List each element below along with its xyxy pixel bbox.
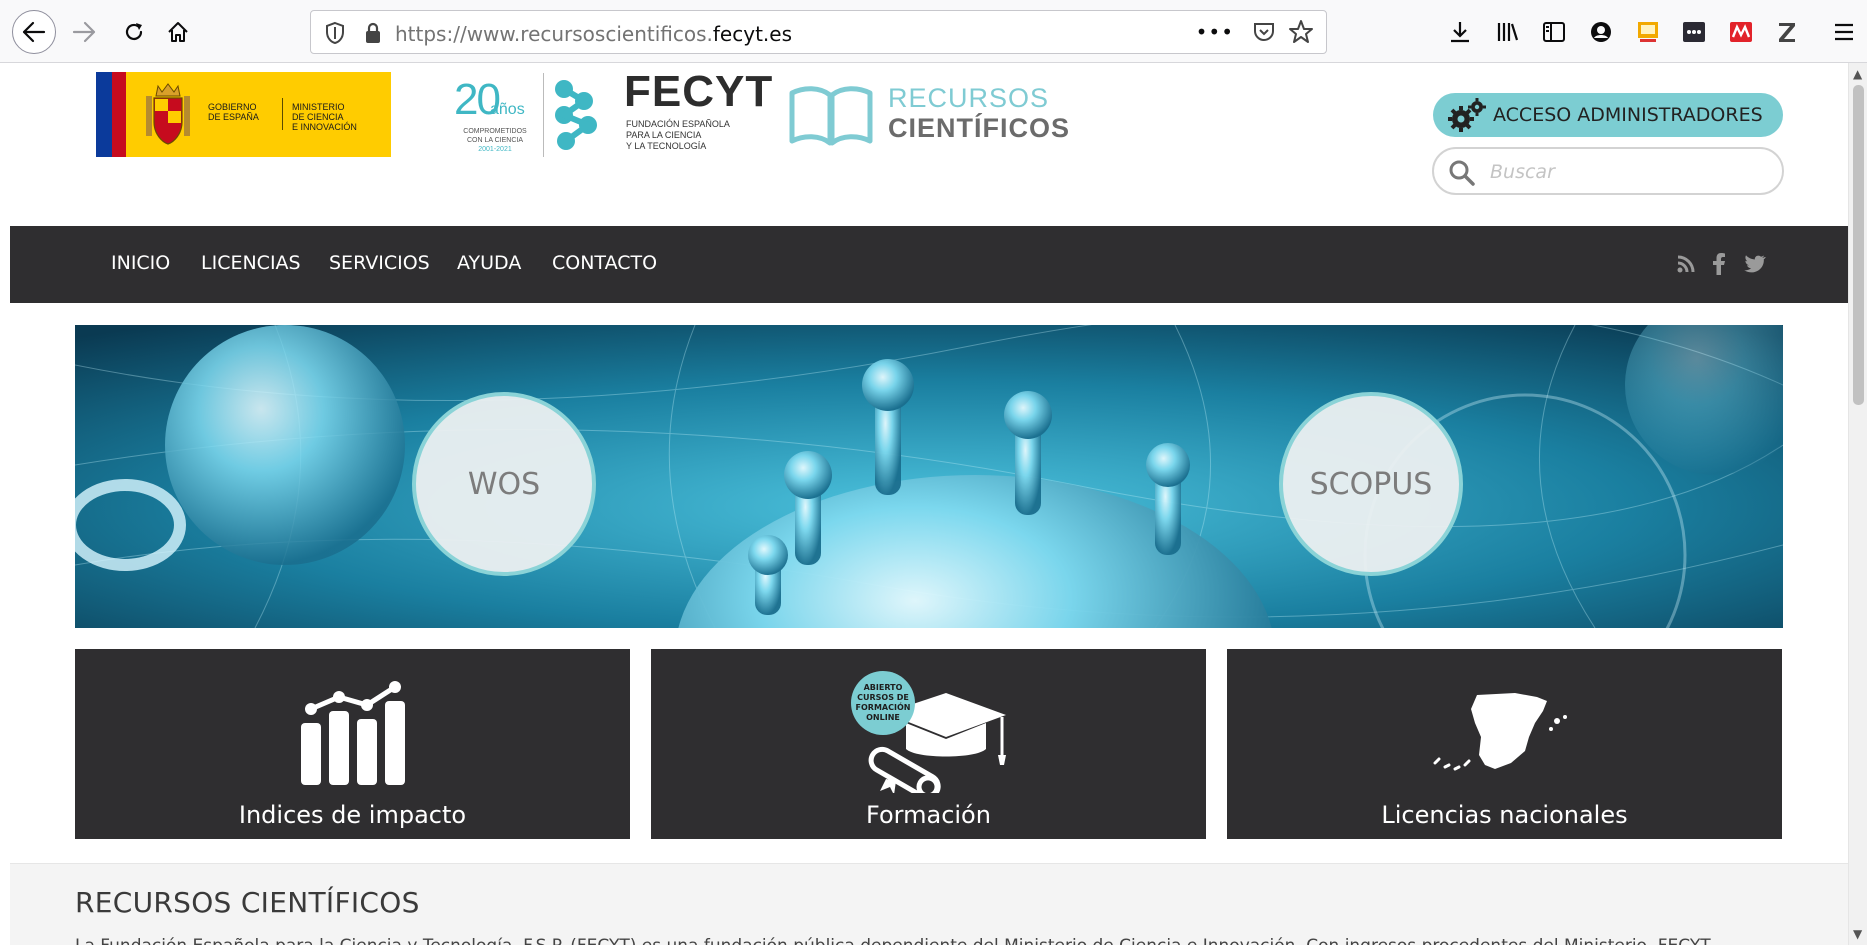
- gov-divider: [282, 98, 283, 130]
- badge-line-4: ONLINE: [866, 713, 900, 722]
- ministry-line-1: MINISTERIO: [292, 102, 345, 112]
- zotero-icon[interactable]: [1773, 18, 1801, 46]
- virus-background-image: [75, 325, 1783, 628]
- nav-item-servicios[interactable]: SERVICIOS: [329, 252, 430, 274]
- spain-map-icon: [1433, 693, 1567, 771]
- reload-button[interactable]: [112, 10, 156, 54]
- web-page: GOBIERNO DE ESPAÑA MINISTERIO DE CIENCIA E …: [10, 63, 1848, 945]
- fecyt-name[interactable]: FECYT: [624, 67, 773, 117]
- main-nav: INICIO LICENCIAS SERVICIOS AYUDA CONTACT…: [10, 226, 1848, 303]
- search-icon[interactable]: [1448, 159, 1476, 187]
- account-icon[interactable]: [1587, 18, 1615, 46]
- fecyt-subtitle: FUNDACIÓN ESPAÑOLA PARA LA CIENCIA Y LA …: [626, 119, 730, 152]
- logo-divider: [543, 73, 544, 157]
- scroll-up-arrow-icon[interactable]: ▲: [1853, 67, 1862, 81]
- forward-button[interactable]: [62, 10, 106, 54]
- gov-line-2: DE ESPAÑA: [208, 112, 259, 122]
- twitter-icon[interactable]: [1743, 252, 1767, 276]
- extension-red-icon[interactable]: [1727, 18, 1755, 46]
- fecyt-sub-line-3: Y LA TECNOLOGÍA: [626, 141, 707, 151]
- ministry-text-block: MINISTERIO DE CIENCIA E INNOVACIÓN: [292, 102, 357, 132]
- url-domain: fecyt.es: [712, 22, 792, 46]
- online-courses-badge: ABIERTO CURSOS DE FORMACIÓN ONLINE: [851, 671, 915, 735]
- downloads-icon[interactable]: [1446, 18, 1474, 46]
- gobierno-espana-logo[interactable]: GOBIERNO DE ESPAÑA MINISTERIO DE CIENCIA E …: [96, 72, 391, 157]
- scroll-down-arrow-icon[interactable]: ▼: [1853, 927, 1862, 941]
- facebook-icon[interactable]: [1707, 252, 1731, 276]
- gov-text-block: GOBIERNO DE ESPAÑA: [208, 102, 259, 122]
- library-icon[interactable]: [1494, 18, 1522, 46]
- fecyt-sub-line-2: PARA LA CIENCIA: [626, 130, 702, 140]
- fecyt-sub-line-1: FUNDACIÓN ESPAÑOLA: [626, 119, 730, 129]
- search-box[interactable]: [1432, 147, 1784, 195]
- back-button[interactable]: [12, 10, 56, 54]
- extension-slides-icon[interactable]: [1634, 18, 1662, 46]
- fecyt-mark-icon[interactable]: [550, 75, 610, 157]
- tile-indices-impacto[interactable]: Indices de impacto: [75, 649, 630, 839]
- reload-icon: [125, 23, 143, 41]
- url-prefix: https://www.recursoscientificos.: [395, 22, 713, 46]
- forward-arrow-icon: [72, 21, 96, 43]
- tile-label-formacion: Formación: [866, 801, 991, 829]
- url-bar[interactable]: https://www.recursoscientificos.fecyt.es…: [310, 10, 1327, 54]
- home-icon: [168, 22, 188, 42]
- badge-line-1: ABIERTO: [863, 683, 903, 692]
- anniversary-logo[interactable]: 20 años COMPROMETIDOS CON LA CIENCIA 200…: [450, 73, 540, 163]
- admin-access-button[interactable]: ACCESO ADMINISTRADORES: [1433, 93, 1783, 137]
- ministry-line-3: E INNOVACIÓN: [292, 122, 357, 132]
- gov-line-1: GOBIERNO: [208, 102, 257, 112]
- scrollbar-thumb[interactable]: [1853, 85, 1864, 405]
- anniversary-years: 2001-2021: [478, 146, 512, 153]
- page-actions-more-icon[interactable]: •••: [1196, 20, 1234, 44]
- pocket-icon[interactable]: [1252, 20, 1276, 44]
- bookmark-star-icon[interactable]: [1288, 19, 1314, 45]
- menu-icon[interactable]: [1830, 18, 1858, 46]
- site-logo-line-1[interactable]: RECURSOS: [888, 83, 1049, 114]
- lock-icon[interactable]: [363, 21, 383, 45]
- ministry-line-2: DE CIENCIA: [292, 112, 344, 122]
- url-text[interactable]: https://www.recursoscientificos.fecyt.es: [395, 22, 792, 46]
- badge-line-2: CURSOS DE: [857, 693, 909, 702]
- intro-section: RECURSOS CIENTÍFICOS La Fundación Españo…: [10, 863, 1848, 945]
- open-book-icon[interactable]: [788, 85, 874, 147]
- section-text: La Fundación Española para la Ciencia y …: [75, 936, 1711, 945]
- home-button[interactable]: [156, 10, 200, 54]
- search-input[interactable]: [1490, 157, 1770, 187]
- back-arrow-icon: [22, 21, 46, 43]
- tracking-shield-icon[interactable]: [325, 21, 345, 45]
- page-scrollbar[interactable]: ▲ ▼: [1848, 63, 1867, 945]
- spain-flag-stripe: [112, 72, 126, 157]
- tile-label-licencias: Licencias nacionales: [1381, 801, 1628, 829]
- anniversary-line-2: CON LA CIENCIA: [466, 137, 523, 144]
- extension-dots-icon[interactable]: [1680, 18, 1708, 46]
- tile-label-indices: Indices de impacto: [238, 801, 467, 829]
- nav-item-contacto[interactable]: CONTACTO: [552, 252, 657, 274]
- nav-item-licencias[interactable]: LICENCIAS: [201, 252, 301, 274]
- scopus-circle-link[interactable]: SCOPUS: [1279, 392, 1463, 576]
- nav-item-ayuda[interactable]: AYUDA: [457, 252, 521, 274]
- gears-icon: [1448, 98, 1486, 132]
- eu-flag-stripe: [96, 72, 112, 157]
- anniversary-caption: COMPROMETIDOS CON LA CIENCIA 2001-2021: [450, 127, 540, 154]
- bar-chart-icon: [301, 681, 405, 785]
- browser-toolbar: https://www.recursoscientificos.fecyt.es…: [0, 0, 1867, 63]
- coat-of-arms-icon: [146, 83, 190, 145]
- site-logo-line-2[interactable]: CIENTÍFICOS: [888, 113, 1070, 144]
- hero-banner: WOS SCOPUS: [75, 325, 1783, 628]
- nav-item-inicio[interactable]: INICIO: [111, 252, 170, 274]
- rss-icon[interactable]: [1674, 252, 1698, 276]
- wos-circle-link[interactable]: WOS: [412, 392, 596, 576]
- sidebar-icon[interactable]: [1540, 18, 1568, 46]
- tile-licencias-nacionales[interactable]: Licencias nacionales: [1227, 649, 1782, 839]
- anniversary-line-1: COMPROMETIDOS: [463, 128, 527, 135]
- tile-formacion[interactable]: ABIERTO CURSOS DE FORMACIÓN ONLINE Forma…: [651, 649, 1206, 839]
- section-title: RECURSOS CIENTÍFICOS: [75, 886, 420, 919]
- anniversary-word: años: [490, 101, 525, 118]
- admin-access-label: ACCESO ADMINISTRADORES: [1493, 104, 1763, 126]
- badge-line-3: FORMACIÓN: [855, 703, 911, 712]
